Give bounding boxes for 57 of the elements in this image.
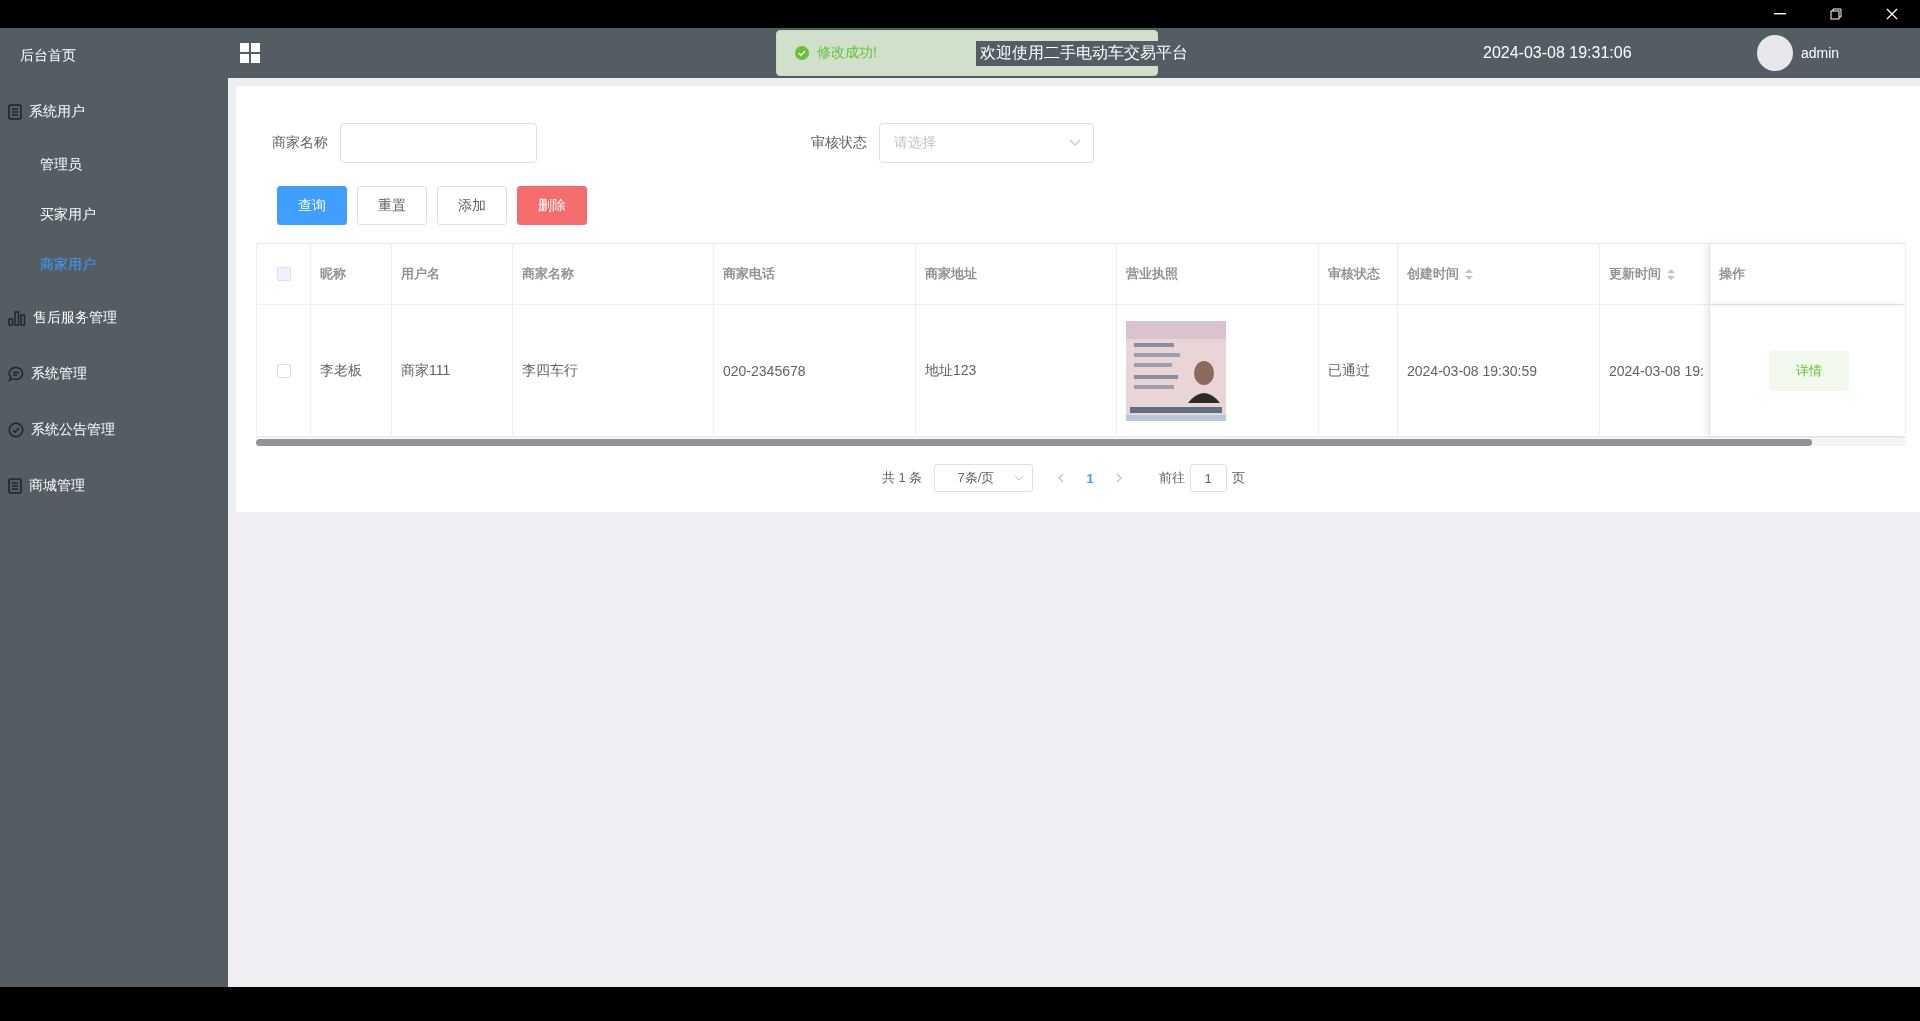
close-icon[interactable]: [1886, 8, 1898, 20]
page-size-select[interactable]: 7条/页: [934, 464, 1034, 492]
select-all-checkbox[interactable]: [276, 267, 291, 281]
column-header: 昵称: [320, 265, 346, 283]
table-cell: 020-2345678: [723, 362, 806, 379]
sidebar-item[interactable]: 系统管理: [0, 346, 228, 402]
check-circle-icon: [8, 422, 24, 438]
row-checkbox[interactable]: [276, 363, 291, 378]
action-button[interactable]: 添加: [437, 186, 507, 225]
document-icon: [8, 478, 22, 494]
action-button[interactable]: 重置: [357, 186, 427, 225]
minimize-icon[interactable]: [1774, 13, 1786, 15]
column-header: 审核状态: [1328, 265, 1380, 283]
goto-label: 前往: [1158, 469, 1185, 487]
grid-icon[interactable]: [240, 43, 260, 63]
document-icon: [8, 104, 22, 120]
prev-page-icon[interactable]: [1057, 473, 1065, 483]
page-suffix: 页: [1231, 469, 1245, 487]
sidebar-subitem[interactable]: 买家用户: [0, 190, 228, 240]
table-cell: 商家111: [401, 361, 451, 380]
table-cell: 地址123: [925, 361, 977, 380]
sidebar-item[interactable]: 系统公告管理: [0, 402, 228, 458]
restore-icon[interactable]: [1830, 8, 1842, 20]
check-circle-icon: [795, 46, 809, 60]
column-header: 商家电话: [723, 265, 775, 283]
bar-chart-icon: [8, 310, 26, 326]
scrollbar-thumb[interactable]: [256, 439, 1812, 446]
sidebar-item[interactable]: 系统用户: [0, 84, 228, 140]
input-field[interactable]: [340, 123, 537, 163]
table-cell: 已通过: [1328, 361, 1370, 380]
sidebar-item[interactable]: 后台首页: [0, 28, 228, 84]
username[interactable]: admin: [1801, 45, 1840, 61]
table-cell: 2024-03-08 19:30:59: [1407, 362, 1537, 379]
avatar[interactable]: [1757, 35, 1793, 71]
table-cell: 李老板: [320, 361, 362, 380]
column-header: 用户名: [401, 265, 440, 283]
page-input[interactable]: 1: [1189, 464, 1227, 492]
toast-message: 修改成功!: [817, 44, 877, 62]
next-page-icon[interactable]: [1115, 473, 1123, 483]
chat-bubble-icon: [8, 366, 24, 382]
sort-icon[interactable]: [1465, 268, 1473, 280]
table-cell: 2024-03-08 19:: [1609, 362, 1704, 379]
column-header: 操作: [1719, 265, 1745, 283]
table-cell: 李四车行: [522, 361, 578, 380]
datetime: 2024-03-08 19:31:06: [1483, 44, 1633, 62]
total-count: 共 1 条: [882, 469, 923, 487]
sort-icon[interactable]: [1667, 268, 1675, 280]
caret-icon[interactable]: [1069, 139, 1081, 147]
filter-label: 审核状态: [811, 134, 867, 152]
sidebar-subitem[interactable]: 管理员: [0, 140, 228, 190]
column-header: 商家地址: [925, 265, 977, 283]
filter-label: 商家名称: [272, 134, 328, 152]
column-header: 营业执照: [1126, 265, 1178, 283]
column-header: 商家名称: [522, 265, 574, 283]
sidebar-item[interactable]: 售后服务管理: [0, 290, 228, 346]
caret-icon[interactable]: [1014, 475, 1025, 481]
sidebar-item[interactable]: 商城管理: [0, 458, 228, 514]
